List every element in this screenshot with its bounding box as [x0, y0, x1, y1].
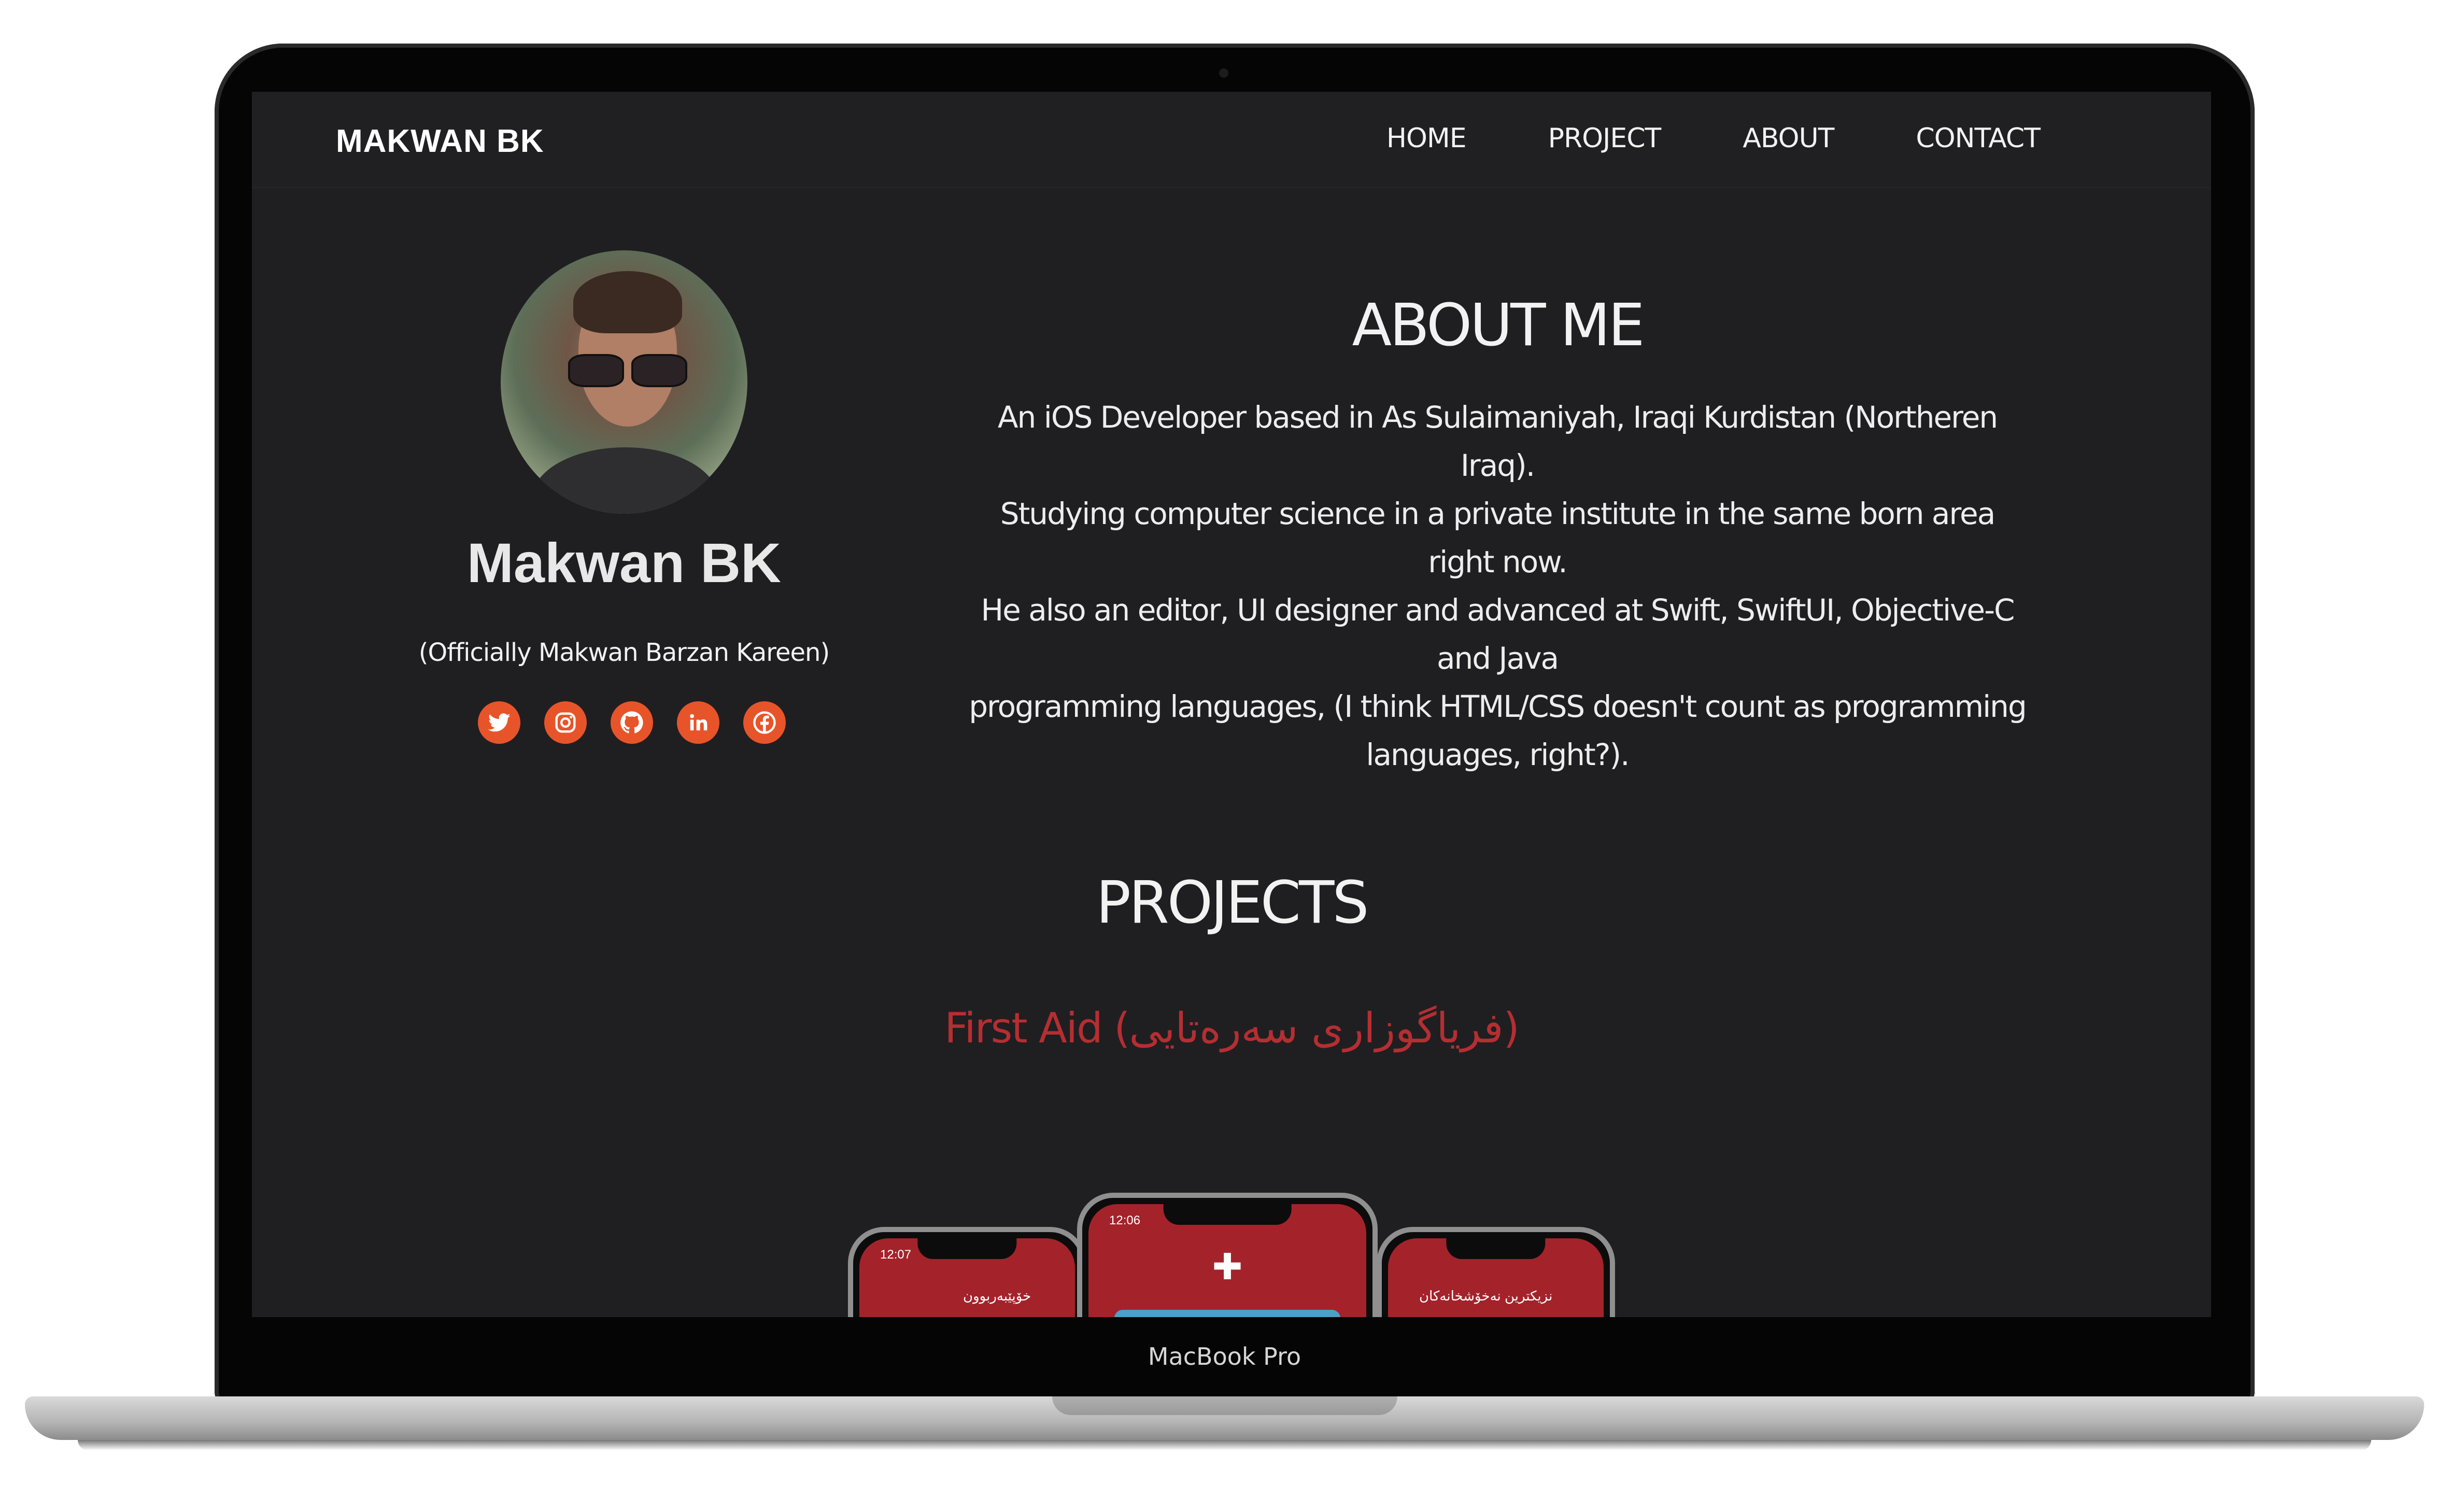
phone-time: 12:07 [880, 1248, 912, 1262]
about-line: He also an editor, UI designer and advan… [981, 592, 2015, 676]
avatar-shirt [532, 447, 718, 514]
nav-home[interactable]: HOME [1386, 123, 1467, 154]
phone-mockup-left: 12:07 خۆپێبەربوون [848, 1227, 1086, 1317]
linkedin-icon[interactable] [677, 701, 719, 744]
nav-contact[interactable]: CONTACT [1916, 123, 2041, 154]
laptop-screen: MAKWAN BK HOME PROJECT ABOUT CONTACT Mak… [252, 92, 2211, 1317]
project-first-aid-link[interactable]: First Aid (فریاگوزاری سەرەتایی) [252, 1004, 2211, 1052]
about-title: ABOUT ME [1352, 292, 1645, 359]
site-brand[interactable]: MAKWAN BK [336, 123, 544, 160]
avatar [501, 250, 747, 514]
about-line: languages, right?). [1366, 737, 1630, 772]
nav-project[interactable]: PROJECT [1548, 123, 1662, 154]
about-line: Studying computer science in a private i… [1000, 496, 1995, 580]
social-links [478, 701, 786, 744]
nav-about[interactable]: ABOUT [1743, 123, 1834, 154]
avatar-glasses [568, 354, 687, 387]
instagram-icon[interactable] [544, 701, 587, 744]
laptop-opening-notch [1052, 1396, 1397, 1415]
about-text: An iOS Developer based in As Sulaimaniya… [965, 393, 2030, 779]
navbar: MAKWAN BK HOME PROJECT ABOUT CONTACT [252, 92, 2211, 188]
profile-name: Makwan BK [466, 531, 782, 594]
phone-caption: نزیکترین نەخۆشخانەکان [1419, 1288, 1553, 1304]
about-line: programming languages, (I think HTML/CSS… [969, 689, 2027, 724]
nav-links: HOME PROJECT ABOUT CONTACT [1305, 123, 2041, 154]
avatar-hair [573, 271, 682, 333]
phone-time: 12:06 [1109, 1213, 1141, 1227]
projects-title: PROJECTS [1096, 869, 1369, 937]
first-aid-cross-icon: ✚ [1212, 1247, 1243, 1287]
twitter-icon[interactable] [478, 701, 520, 744]
phone-mockup-center: 12:06 ✚ [1077, 1193, 1378, 1317]
laptop-shadow [78, 1440, 2371, 1450]
facebook-icon[interactable] [743, 701, 786, 744]
about-line: An iOS Developer based in As Sulaimaniya… [997, 400, 1998, 483]
github-icon[interactable] [611, 701, 653, 744]
profile-fullname: (Officially Makwan Barzan Kareen) [418, 638, 830, 667]
device-label: MacBook Pro [1148, 1343, 1301, 1370]
camera-icon [1219, 68, 1228, 78]
phone-mockup-right: نزیکترین نەخۆشخانەکان [1377, 1227, 1615, 1317]
phone-caption: خۆپێبەربوون [963, 1288, 1031, 1304]
